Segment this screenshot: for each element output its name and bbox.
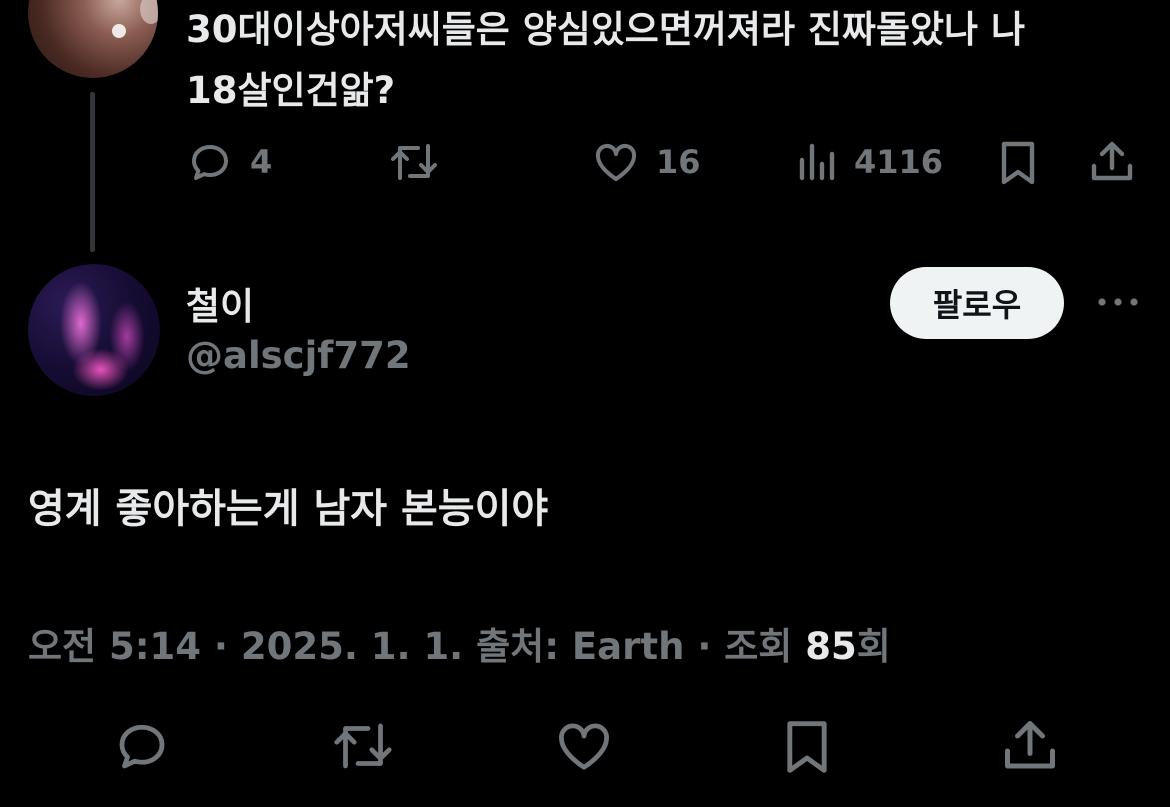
retweet-icon — [334, 723, 392, 769]
avatar-highlight — [140, 0, 158, 24]
parent-bookmark-button[interactable] — [996, 138, 1040, 188]
views-icon — [799, 143, 835, 181]
follow-button[interactable]: 팔로우 — [890, 267, 1064, 339]
like-count: 16 — [656, 143, 701, 181]
tweet-date[interactable]: 2025. 1. 1. — [241, 625, 463, 668]
share-icon — [1005, 721, 1055, 769]
tweet-body: 영계 좋아하는게 남자 본능이야 — [28, 486, 549, 532]
views-count: 85 — [805, 625, 857, 668]
reply-icon — [192, 145, 228, 180]
reply-button[interactable] — [112, 716, 172, 780]
retweet-button[interactable] — [330, 716, 396, 780]
share-icon — [1091, 141, 1133, 181]
parent-retweet-button[interactable] — [388, 138, 440, 186]
parent-tweet-text-line1: 30대이상아저씨들은 양심있으면꺼져라 진짜돌았나 나 — [186, 8, 1026, 51]
retweet-icon — [391, 144, 437, 180]
reply-icon — [119, 724, 165, 769]
tweet-source: 출처: Earth — [476, 625, 685, 668]
parent-reply-button[interactable]: 4 — [186, 138, 272, 186]
views-suffix: 회 — [856, 625, 891, 668]
avatar-highlight — [112, 24, 126, 38]
bookmark-icon — [787, 721, 827, 773]
meta-separator: · — [213, 625, 228, 668]
meta-separator: · — [697, 625, 712, 668]
views-label: 조회 — [724, 625, 793, 668]
more-icon — [1098, 298, 1138, 306]
parent-avatar[interactable] — [28, 0, 158, 78]
thread-connector-line — [90, 92, 95, 252]
bookmark-icon — [1001, 141, 1035, 185]
parent-share-button[interactable] — [1088, 138, 1136, 186]
more-options-button[interactable] — [1096, 290, 1140, 314]
user-handle[interactable]: @alscjf772 — [186, 334, 411, 377]
reply-count: 4 — [250, 143, 273, 181]
parent-views-button[interactable]: 4116 — [796, 138, 943, 186]
share-button[interactable] — [1000, 716, 1060, 780]
display-name[interactable]: 철이 — [186, 276, 254, 330]
views-count: 4116 — [854, 143, 944, 181]
tweet-meta: 오전 5:14 · 2025. 1. 1. 출처: Earth · 조회 85회 — [28, 616, 891, 670]
like-icon — [595, 144, 637, 181]
bookmark-button[interactable] — [780, 716, 834, 782]
parent-like-button[interactable]: 16 — [592, 138, 701, 186]
user-avatar[interactable] — [28, 264, 160, 396]
like-button[interactable] — [554, 716, 614, 780]
like-icon — [559, 723, 609, 770]
tweet-time[interactable]: 오전 5:14 — [28, 625, 201, 668]
parent-tweet-text: 30대이상아저씨들은 양심있으면꺼져라 진짜돌았나 나 18살인건앎? — [186, 0, 1146, 120]
parent-tweet-text-line2: 18살인건앎? — [186, 69, 396, 112]
